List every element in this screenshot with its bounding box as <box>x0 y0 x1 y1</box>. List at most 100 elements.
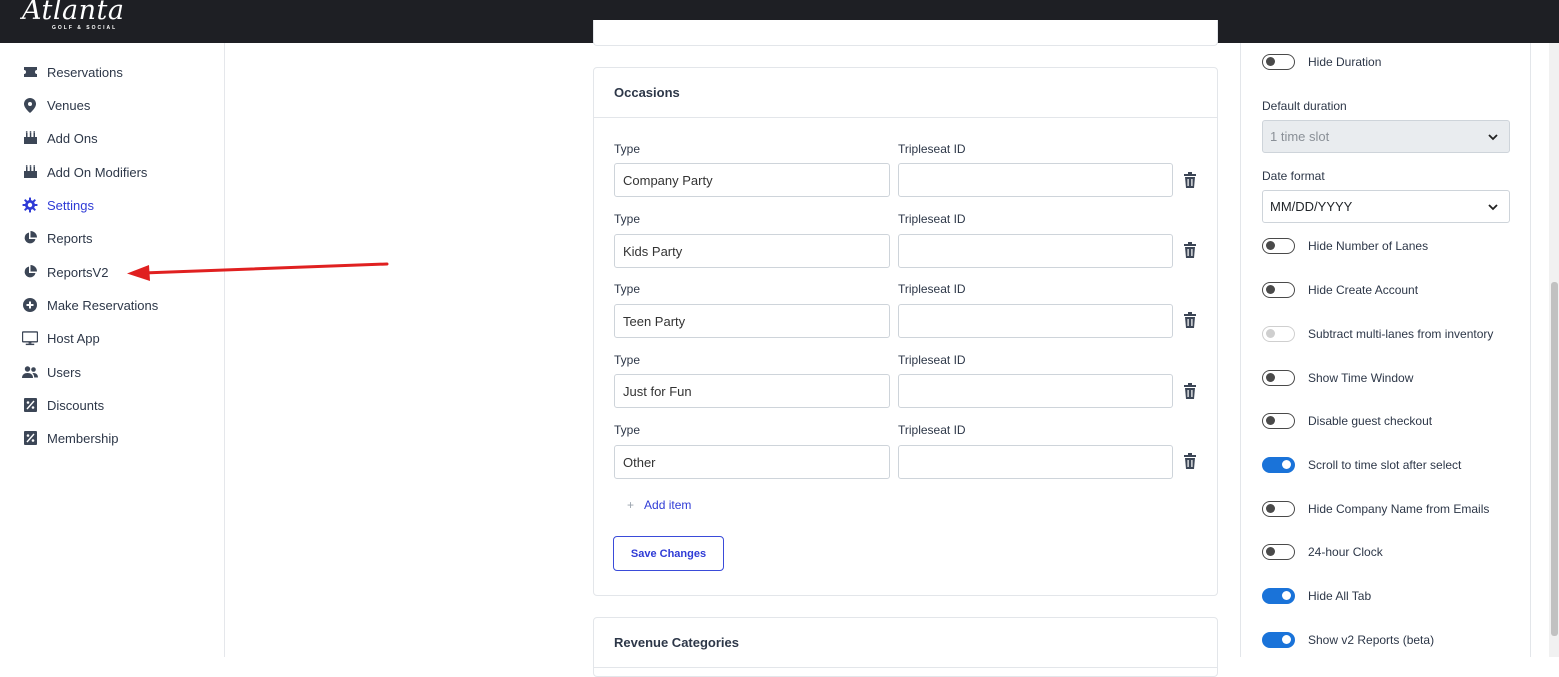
toggle-switch[interactable] <box>1262 370 1295 386</box>
occasion-type-input[interactable]: Other <box>614 445 890 479</box>
scrollbar-thumb[interactable] <box>1551 282 1558 636</box>
sidebar-item-add-on-modifiers[interactable]: Add On Modifiers <box>0 157 224 187</box>
sidebar-item-label: Membership <box>47 430 119 446</box>
toggle-switch[interactable] <box>1262 501 1295 517</box>
tripleseat-id-input[interactable] <box>898 304 1173 338</box>
toggle-subtract-multi-lanes[interactable]: Subtract multi-lanes from inventory <box>1262 325 1493 343</box>
cake-icon <box>22 130 38 146</box>
sidebar-item-label: Reservations <box>47 64 123 80</box>
sidebar-item-label: Settings <box>47 197 94 213</box>
cake-icon <box>22 164 38 180</box>
type-label: Type <box>614 142 641 156</box>
tripleseat-id-label: Tripleseat ID <box>898 282 966 296</box>
occasions-title: Occasions <box>594 68 1217 118</box>
toggle-label: Hide Duration <box>1308 55 1382 69</box>
revenue-categories-card: Revenue Categories <box>593 617 1218 677</box>
toggle-hide-company-name[interactable]: Hide Company Name from Emails <box>1262 500 1489 518</box>
toggle-label: Hide All Tab <box>1308 589 1372 603</box>
sidebar-item-reports[interactable]: Reports <box>0 223 224 253</box>
sidebar-item-reservations[interactable]: Reservations <box>0 57 224 87</box>
date-format-select[interactable]: MM/DD/YYYY <box>1262 190 1510 223</box>
toggle-hide-number-of-lanes[interactable]: Hide Number of Lanes <box>1262 237 1428 255</box>
ticket-icon <box>22 64 38 80</box>
trash-icon[interactable] <box>1183 172 1197 188</box>
add-item-link[interactable]: + Add item <box>627 498 691 512</box>
toggle-switch[interactable] <box>1262 413 1295 429</box>
trash-icon[interactable] <box>1183 242 1197 258</box>
sidebar-item-users[interactable]: Users <box>0 357 224 387</box>
sidebar-item-membership[interactable]: Membership <box>0 423 224 453</box>
toggle-switch[interactable] <box>1262 457 1295 473</box>
sidebar-item-label: Host App <box>47 330 100 346</box>
toggle-switch[interactable] <box>1262 326 1295 342</box>
tripleseat-id-input[interactable] <box>898 445 1173 479</box>
toggle-switch[interactable] <box>1262 238 1295 254</box>
occasion-type-input[interactable]: Kids Party <box>614 234 890 268</box>
gear-icon <box>22 197 38 213</box>
date-format-label: Date format <box>1262 169 1325 183</box>
tripleseat-id-input[interactable] <box>898 234 1173 268</box>
toggle-switch[interactable] <box>1262 282 1295 298</box>
occasion-type-input[interactable]: Company Party <box>614 163 890 197</box>
sidebar-item-label: Users <box>47 364 81 380</box>
add-item-label: Add item <box>644 498 692 512</box>
sidebar-item-label: ReportsV2 <box>47 264 109 280</box>
toggle-label: Show Time Window <box>1308 371 1414 385</box>
toggle-hide-all-tab[interactable]: Hide All Tab <box>1262 587 1371 605</box>
brand-logo[interactable]: Atlanta GOLF & SOCIAL <box>22 0 124 31</box>
toggle-hide-create-account[interactable]: Hide Create Account <box>1262 281 1418 299</box>
toggle-label: Scroll to time slot after select <box>1308 458 1462 472</box>
pie-chart-icon <box>22 230 38 246</box>
trash-icon[interactable] <box>1183 312 1197 328</box>
toggle-switch[interactable] <box>1262 588 1295 604</box>
toggle-disable-guest-checkout[interactable]: Disable guest checkout <box>1262 412 1432 430</box>
sidebar-item-discounts[interactable]: Discounts <box>0 390 224 420</box>
toggle-switch[interactable] <box>1262 54 1295 70</box>
sidebar-item-label: Make Reservations <box>47 297 159 313</box>
default-duration-select[interactable]: 1 time slot <box>1262 120 1510 153</box>
trash-icon[interactable] <box>1183 453 1197 469</box>
sidebar-item-label: Add Ons <box>47 130 98 146</box>
toggle-label: Subtract multi-lanes from inventory <box>1308 327 1494 341</box>
toggle-label: Show v2 Reports (beta) <box>1308 633 1435 647</box>
revenue-categories-title: Revenue Categories <box>594 618 1217 668</box>
tripleseat-id-input[interactable] <box>898 374 1173 408</box>
occasion-type-input[interactable]: Just for Fun <box>614 374 890 408</box>
toggle-switch[interactable] <box>1262 632 1295 648</box>
sidebar-item-host-app[interactable]: Host App <box>0 323 224 353</box>
toggle-switch[interactable] <box>1262 544 1295 560</box>
trash-icon[interactable] <box>1183 383 1197 399</box>
sidebar: Reservations Venues Add Ons Add On Modif… <box>0 43 225 657</box>
toggle-24-hour-clock[interactable]: 24-hour Clock <box>1262 543 1383 561</box>
users-icon <box>22 364 38 380</box>
sidebar-item-settings[interactable]: Settings <box>0 190 224 220</box>
logo-text: Atlanta <box>22 0 125 26</box>
pie-chart-icon <box>22 264 38 280</box>
toggle-scroll-to-time-slot[interactable]: Scroll to time slot after select <box>1262 456 1461 474</box>
tripleseat-id-label: Tripleseat ID <box>898 212 966 226</box>
type-label: Type <box>614 212 641 226</box>
sidebar-item-venues[interactable]: Venues <box>0 90 224 120</box>
toggle-hide-duration[interactable]: Hide Duration <box>1262 53 1381 71</box>
sidebar-item-label: Venues <box>47 97 91 113</box>
save-changes-button[interactable]: Save Changes <box>613 536 724 571</box>
tripleseat-id-label: Tripleseat ID <box>898 423 966 437</box>
toggle-show-time-window[interactable]: Show Time Window <box>1262 369 1413 387</box>
sidebar-item-add-ons[interactable]: Add Ons <box>0 123 224 153</box>
type-label: Type <box>614 423 641 437</box>
sidebar-item-make-reservations[interactable]: Make Reservations <box>0 290 224 320</box>
toggle-label: Hide Company Name from Emails <box>1308 502 1490 516</box>
sidebar-item-label: Discounts <box>47 397 105 413</box>
toggle-show-v2-reports[interactable]: Show v2 Reports (beta) <box>1262 631 1434 649</box>
toggle-label: 24-hour Clock <box>1308 545 1383 559</box>
sidebar-item-label: Add On Modifiers <box>47 164 148 180</box>
previous-card <box>593 20 1218 46</box>
toggle-label: Disable guest checkout <box>1308 414 1433 428</box>
discount-icon <box>22 430 38 446</box>
date-format-value: MM/DD/YYYY <box>1270 199 1353 214</box>
chevron-down-icon <box>1488 204 1498 211</box>
tripleseat-id-input[interactable] <box>898 163 1173 197</box>
toggle-label: Hide Number of Lanes <box>1308 239 1429 253</box>
occasion-type-input[interactable]: Teen Party <box>614 304 890 338</box>
chevron-down-icon <box>1488 134 1498 141</box>
